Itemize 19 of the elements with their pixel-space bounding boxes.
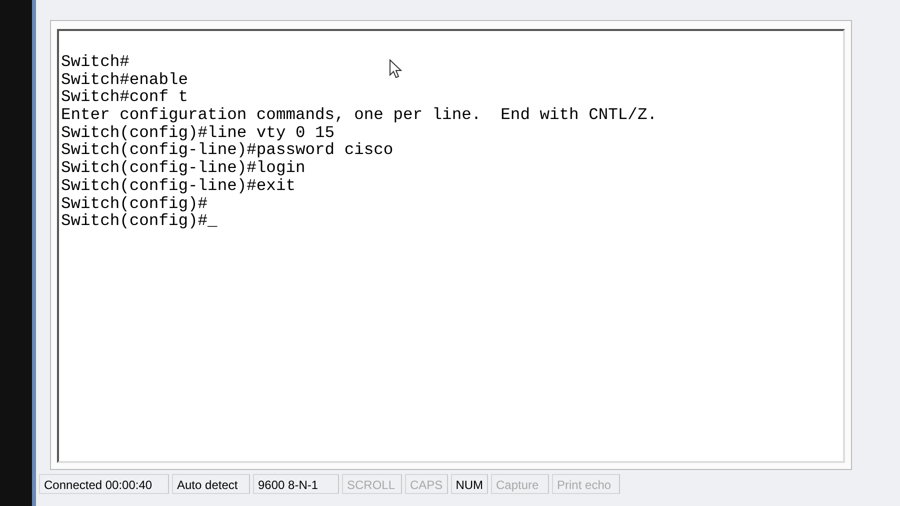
status-panel: Connected 00:00:40 [39, 474, 169, 494]
status-panel: Capture [491, 474, 550, 494]
terminal-line: Enter configuration commands, one per line. End with CNTL/Z. [61, 106, 657, 124]
terminal-line: Switch(config)#_ [61, 212, 218, 230]
terminal-line: Switch(config)# [61, 194, 208, 212]
status-panel: SCROLL [342, 474, 402, 494]
terminal-line: Switch(config-line)#password cisco [61, 141, 394, 160]
terminal-line: Switch(config)#line vty 0 15 [61, 124, 335, 142]
terminal-line: Switch#conf t [61, 88, 188, 106]
status-panel: 9600 8-N-1 [253, 474, 339, 494]
status-panel: Auto detect [172, 474, 250, 494]
status-panel: Print echo [552, 474, 620, 494]
status-panel: NUM [450, 474, 488, 494]
terminal-line: Switch#enable [61, 70, 188, 88]
mouse-pointer-icon [389, 59, 402, 79]
terminal-line: Switch# [61, 53, 130, 71]
terminal-line: Switch(config-line)#exit [61, 176, 296, 194]
terminal-line: Switch(config-line)#login [61, 159, 306, 177]
status-panel: CAPS [405, 474, 448, 494]
